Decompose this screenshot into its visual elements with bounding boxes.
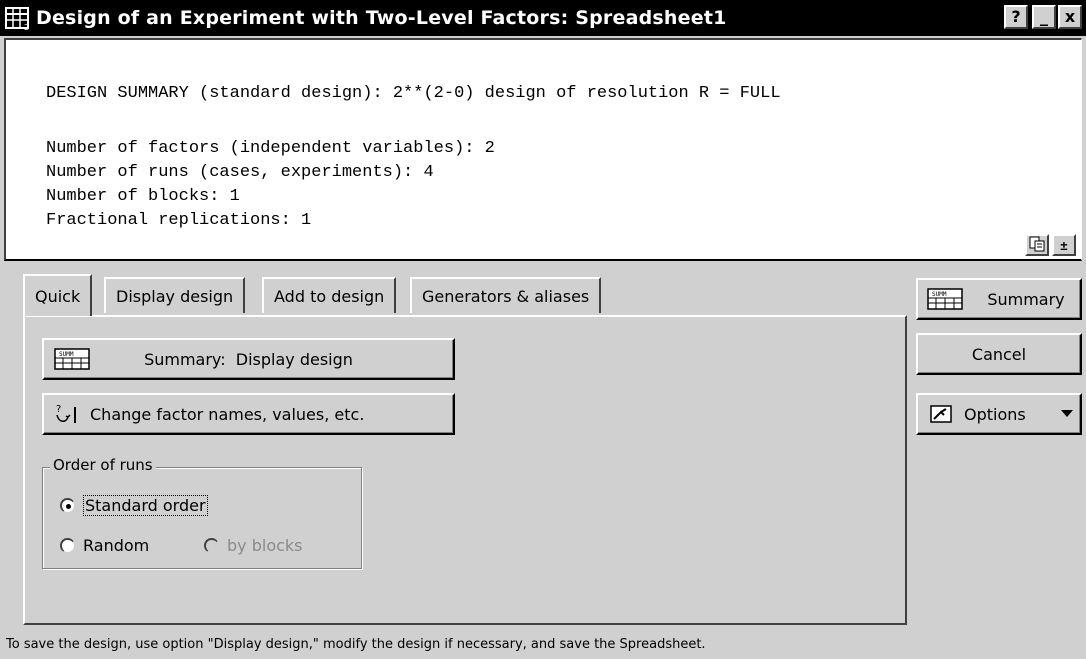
summary-line: Number of factors (independent variables… — [46, 139, 495, 158]
radio-unchecked-icon — [60, 538, 75, 553]
options-button-label: Options — [964, 404, 1026, 424]
summary-display-design-button[interactable]: SUMM Summary: Display design — [42, 338, 455, 380]
random-label: Random — [83, 536, 150, 555]
svg-text:SUMM: SUMM — [932, 291, 947, 298]
change-names-icon: ? — [44, 403, 90, 425]
summary-line: DESIGN SUMMARY (standard design): 2**(2-… — [46, 84, 781, 103]
tab-display-design[interactable]: Display design — [104, 277, 246, 313]
change-factor-names-button[interactable]: ? Change factor names, values, etc. — [42, 393, 455, 435]
summary-display-design-label: Summary: Display design — [144, 349, 353, 369]
summary-button[interactable]: SUMM Summary — [916, 278, 1082, 320]
summary-button-label: Summary — [987, 289, 1065, 309]
random-radio[interactable]: Random — [60, 536, 149, 555]
help-button[interactable]: ? — [1004, 5, 1028, 29]
design-summary-panel[interactable]: DESIGN SUMMARY (standard design): 2**(2-… — [4, 38, 1082, 261]
svg-text:?: ? — [56, 404, 61, 415]
spreadsheet-design-icon: 2 — [4, 4, 32, 32]
copy-icon — [1029, 236, 1045, 255]
copy-button[interactable] — [1025, 234, 1049, 256]
cancel-button[interactable]: Cancel — [916, 333, 1082, 375]
window-title: Design of an Experiment with Two-Level F… — [36, 7, 727, 29]
status-bar: To save the design, use option "Display … — [4, 632, 1082, 656]
order-of-runs-title: Order of runs — [50, 456, 156, 474]
summary-line: Number of blocks: 1 — [46, 187, 240, 206]
by-blocks-radio: by blocks — [204, 536, 303, 555]
options-button[interactable]: Options — [916, 393, 1082, 435]
by-blocks-label: by blocks — [227, 536, 303, 555]
cancel-button-label: Cancel — [971, 344, 1027, 364]
options-icon — [918, 404, 964, 424]
status-text: To save the design, use option "Display … — [6, 636, 706, 652]
close-button[interactable]: x — [1058, 5, 1082, 29]
minimize-button[interactable]: _ — [1032, 5, 1056, 29]
summary-line: Fractional replications: 1 — [46, 211, 312, 230]
change-factor-names-label: Change factor names, values, etc. — [90, 404, 365, 424]
standard-order-radio[interactable]: Standard order — [60, 495, 208, 516]
chevron-down-icon — [1054, 410, 1080, 418]
tab-add-to-design[interactable]: Add to design — [262, 277, 397, 313]
summary-line: Number of runs (cases, experiments): 4 — [46, 163, 434, 182]
tab-quick[interactable]: Quick — [23, 274, 93, 316]
radio-disabled-icon — [204, 538, 219, 553]
title-bar[interactable]: 2 Design of an Experiment with Two-Level… — [0, 0, 1086, 36]
summary-icon: SUMM — [918, 288, 972, 310]
svg-text:SUMM: SUMM — [59, 351, 74, 358]
summary-icon: SUMM — [44, 348, 100, 370]
tab-generators-aliases[interactable]: Generators & aliases — [410, 277, 602, 313]
standard-order-label: Standard order — [83, 495, 208, 516]
svg-text:2: 2 — [24, 23, 29, 31]
radio-checked-icon — [60, 498, 75, 513]
dialog-window: 2 Design of an Experiment with Two-Level… — [0, 0, 1086, 659]
expand-button[interactable]: ± — [1052, 234, 1076, 256]
